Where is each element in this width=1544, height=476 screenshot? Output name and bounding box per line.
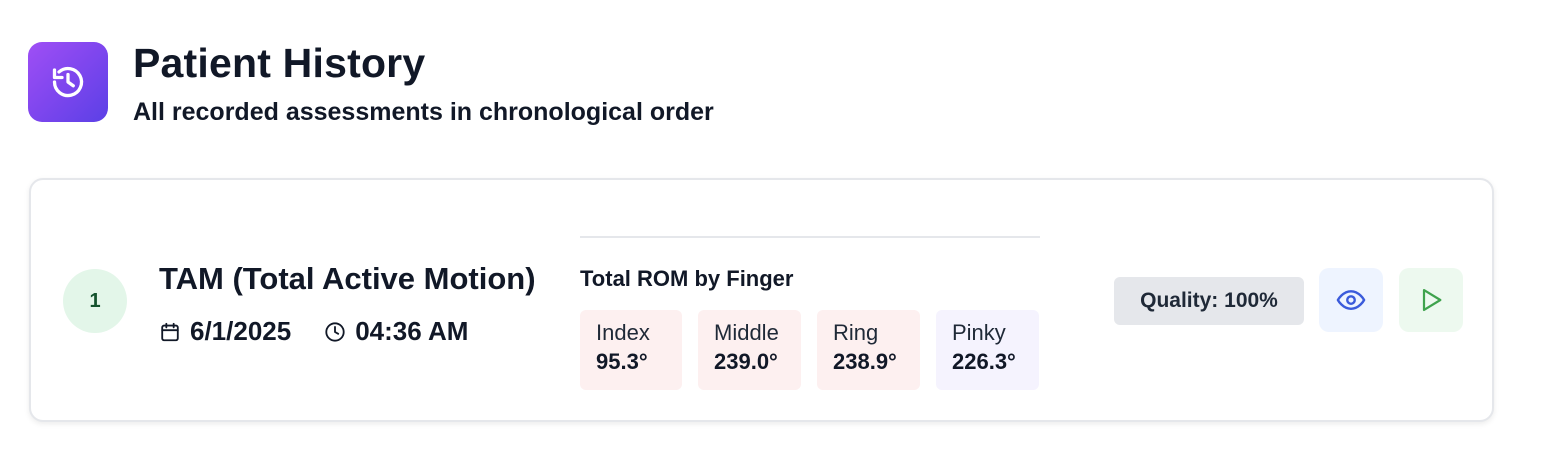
history-icon [28, 42, 108, 122]
finger-label: Ring [833, 320, 879, 345]
assessment-date: 6/1/2025 [190, 316, 292, 346]
rom-chip-ring: Ring 238.9° [817, 310, 920, 390]
play-icon [1417, 286, 1445, 314]
header-text: Patient History All recorded assessments… [133, 42, 714, 125]
finger-label: Pinky [952, 320, 1006, 345]
rom-chip-pinky: Pinky 226.3° [936, 310, 1039, 390]
replay-assessment-button[interactable] [1399, 268, 1463, 332]
page-title: Patient History [133, 40, 426, 86]
rom-chip-index: Index 95.3° [580, 310, 682, 390]
calendar-icon [159, 321, 181, 343]
finger-rom-value: 239.0° [714, 349, 778, 374]
clock-icon [324, 321, 346, 343]
quality-badge: Quality: 100% [1114, 277, 1304, 325]
finger-label: Middle [714, 320, 779, 345]
eye-icon [1336, 285, 1366, 315]
finger-label: Index [596, 320, 650, 345]
page-header: Patient History All recorded assessments… [28, 42, 714, 125]
finger-rom-value: 95.3° [596, 349, 648, 374]
rom-divider [580, 236, 1040, 238]
date-group: 6/1/2025 [159, 316, 291, 347]
finger-rom-value: 226.3° [952, 349, 1016, 374]
finger-rom-value: 238.9° [833, 349, 897, 374]
assessment-index-badge: 1 [63, 269, 127, 333]
assessment-time: 04:36 AM [355, 316, 469, 346]
page-subtitle: All recorded assessments in chronologica… [133, 98, 714, 126]
assessment-name: TAM (Total Active Motion) [159, 261, 536, 296]
view-assessment-button[interactable] [1319, 268, 1383, 332]
patient-history-page: Patient History All recorded assessments… [0, 0, 1544, 476]
rom-chip-middle: Middle 239.0° [698, 310, 801, 390]
assessment-meta: 6/1/2025 04:36 AM [159, 316, 468, 347]
assessment-card[interactable]: 1 TAM (Total Active Motion) 6/1/2025 04:… [29, 178, 1494, 422]
time-group: 04:36 AM [324, 316, 468, 347]
rom-section-title: Total ROM by Finger [580, 266, 794, 291]
